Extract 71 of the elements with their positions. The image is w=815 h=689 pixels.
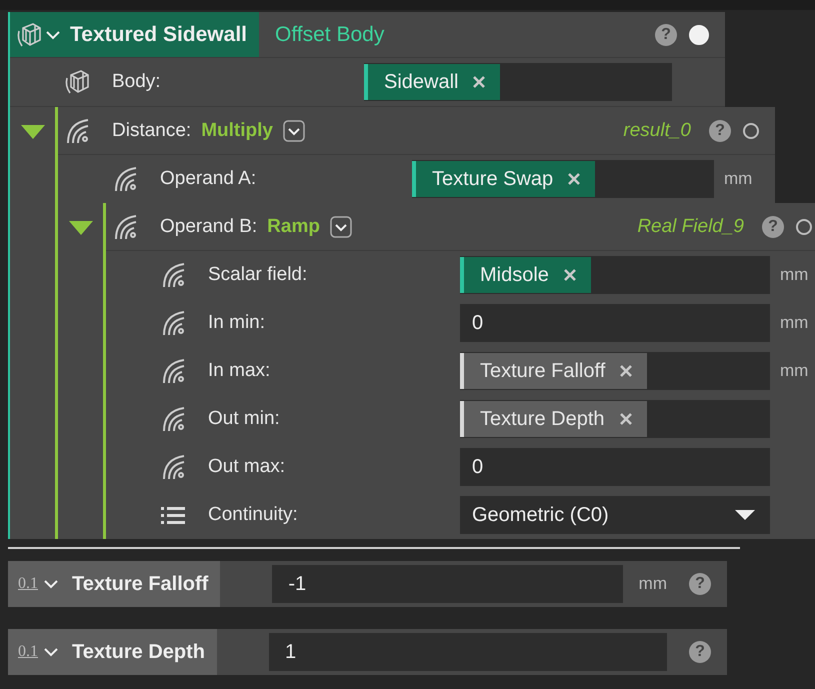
input-field[interactable]: 0 — [460, 448, 770, 486]
chevron-down-icon[interactable] — [44, 579, 58, 589]
result-name: Real Field_9 — [637, 216, 744, 238]
close-icon[interactable] — [562, 268, 577, 282]
node-type: Offset Body — [275, 22, 384, 46]
tag-chip[interactable]: Texture Falloff — [460, 353, 648, 389]
help-icon[interactable]: ? — [762, 216, 784, 238]
input-field[interactable]: Sidewall — [364, 63, 672, 101]
tag-chip[interactable]: Sidewall — [364, 64, 500, 100]
input-field[interactable]: Midsole — [460, 256, 770, 294]
status-dot[interactable] — [743, 122, 759, 138]
close-icon[interactable] — [618, 412, 633, 426]
field-label: Operand B: — [160, 216, 258, 238]
unit-label: mm — [780, 361, 808, 381]
close-icon[interactable] — [619, 364, 634, 378]
unit-label: mm — [638, 574, 667, 594]
arcs-icon — [112, 165, 138, 193]
operator-label: Multiply — [201, 120, 273, 142]
tag-chip[interactable]: Texture Swap — [412, 161, 596, 197]
field-label: Body: — [112, 71, 161, 93]
cube-icon — [64, 68, 90, 96]
help-icon[interactable]: ? — [689, 573, 711, 595]
title-tab[interactable]: Textured Sidewall — [10, 12, 259, 57]
unit-label: mm — [780, 313, 808, 333]
chevron-down-icon[interactable] — [46, 30, 60, 40]
dropdown-button[interactable] — [330, 216, 352, 238]
close-icon[interactable] — [472, 75, 486, 89]
dropdown-field[interactable]: Geometric (C0) — [460, 496, 770, 534]
tag-chip[interactable]: Texture Depth — [460, 401, 647, 437]
number-type-icon: 0.1 — [18, 575, 38, 593]
field-label: Out min: — [208, 408, 280, 430]
unit-label: mm — [724, 169, 752, 189]
arcs-icon — [64, 116, 90, 144]
field-label: In min: — [208, 312, 266, 334]
field-label: In max: — [208, 360, 270, 382]
arcs-icon — [160, 405, 186, 433]
field-label: Scalar field: — [208, 264, 308, 286]
input-field[interactable]: 1 — [268, 633, 667, 671]
caret-icon — [734, 509, 756, 521]
dropdown-button[interactable] — [282, 120, 305, 142]
input-field[interactable]: 0 — [460, 304, 770, 342]
arcs-icon — [160, 357, 186, 385]
help-icon[interactable]: ? — [709, 120, 731, 142]
chevron-down-icon[interactable] — [44, 647, 58, 657]
input-field[interactable]: Texture Depth — [460, 400, 770, 438]
tag-chip[interactable]: Midsole — [460, 257, 591, 293]
cube-icon — [16, 20, 42, 48]
triangle-icon[interactable] — [20, 124, 46, 140]
input-field[interactable]: Texture Swap — [412, 160, 714, 198]
parameter-header[interactable]: 0.1 Texture Falloff — [8, 561, 220, 607]
input-field[interactable]: -1 — [272, 565, 623, 603]
field-label: Continuity: — [208, 504, 298, 526]
help-icon[interactable]: ? — [655, 24, 677, 46]
help-icon[interactable]: ? — [689, 641, 711, 663]
arcs-icon — [160, 453, 186, 481]
arcs-icon — [160, 261, 186, 289]
operator-label: Ramp — [267, 216, 320, 238]
result-name: result_0 — [623, 120, 691, 142]
unit-label: mm — [780, 265, 808, 285]
arcs-icon — [112, 212, 138, 240]
field-label: Distance: — [112, 120, 192, 142]
close-icon[interactable] — [567, 172, 582, 186]
list-icon — [160, 504, 186, 526]
input-field[interactable]: Texture Falloff — [460, 352, 770, 390]
arcs-icon — [160, 309, 186, 337]
status-dot[interactable] — [796, 218, 812, 234]
triangle-icon[interactable] — [68, 220, 94, 236]
field-label: Operand A: — [160, 168, 256, 190]
field-label: Out max: — [208, 456, 286, 478]
number-type-icon: 0.1 — [18, 643, 38, 661]
parameter-header[interactable]: 0.1 Texture Depth — [8, 629, 217, 675]
